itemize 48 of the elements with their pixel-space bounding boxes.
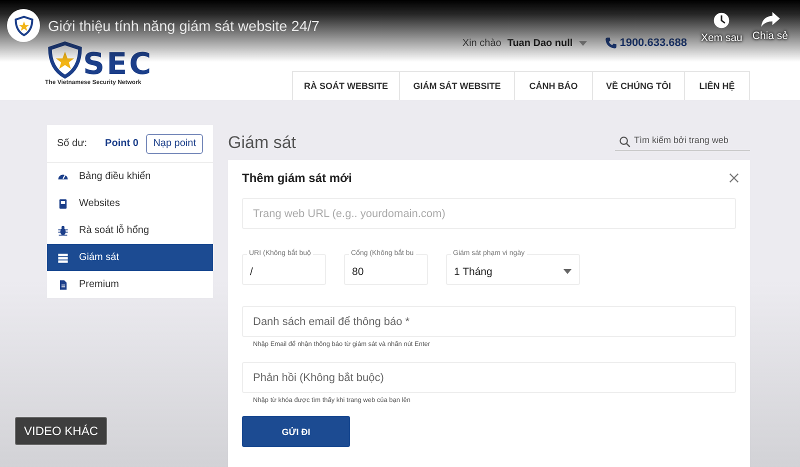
bug-icon: [57, 224, 69, 236]
more-videos-button[interactable]: VIDEO KHÁC: [15, 417, 108, 445]
email-field[interactable]: Danh sách email để thông báo *: [242, 306, 736, 337]
search-field[interactable]: Tìm kiếm bởi trang web: [615, 130, 750, 150]
share-button[interactable]: Chia sẻ: [752, 12, 788, 44]
sidebar-item-label: Rà soát lỗ hổng: [79, 225, 150, 236]
field-value: /: [250, 266, 253, 278]
sidebar-item-label: Giám sát: [79, 252, 120, 263]
book-icon: [57, 198, 69, 210]
sidebar-item-label: Bảng điều khiển: [79, 171, 151, 182]
form-title: Thêm giám sát mới: [242, 171, 352, 185]
sidebar-item[interactable]: Rà soát lỗ hổng: [47, 217, 213, 244]
sidebar-item[interactable]: Premium: [47, 271, 213, 298]
phone-icon: [604, 37, 617, 49]
page-title: Giám sát: [228, 132, 296, 152]
sidebar-item[interactable]: Bảng điều khiển: [47, 163, 213, 190]
balance-label: Số dư:: [57, 138, 88, 149]
share-arrow-icon: [760, 12, 780, 27]
nav-tab[interactable]: VỀ CHÚNG TÔI: [593, 71, 685, 100]
caret-icon: [578, 40, 587, 46]
field-value: 1 Tháng: [454, 266, 492, 278]
caret-icon: [563, 269, 572, 274]
nav-tab[interactable]: GIÁM SÁT WEBSITE: [400, 71, 515, 100]
phone-number: 1900.633.688: [620, 37, 687, 49]
document-icon: [57, 278, 69, 290]
sidebar-item[interactable]: Giám sát: [47, 244, 213, 271]
shield-logo-icon: [12, 14, 34, 38]
submit-button[interactable]: GỬI ĐI: [242, 416, 350, 447]
close-icon: [729, 173, 739, 183]
nav-tab[interactable]: CẢNH BÁO: [515, 71, 593, 100]
clock-icon: [713, 12, 730, 29]
top-up-button[interactable]: Nạp point: [146, 134, 203, 154]
action-label: Chia sẻ: [752, 30, 788, 42]
url-field[interactable]: Trang web URL (e.g.. yourdomain.com): [242, 198, 736, 229]
nav-tab[interactable]: LIÊN HỆ: [685, 71, 750, 100]
sidebar-item-label: Premium: [79, 279, 120, 290]
greeting-text: Xin chào: [462, 38, 502, 48]
list-icon: [57, 252, 69, 264]
balance-value: Point 0: [105, 138, 138, 149]
field-value: 80: [352, 266, 364, 278]
logo-wordmark: SEC: [83, 52, 154, 78]
nav-tab[interactable]: RÀ SOÁT WEBSITE: [292, 71, 400, 100]
sidebar-item[interactable]: Websites: [47, 190, 213, 217]
video-title[interactable]: Giới thiệu tính năng giám sát website 24/7: [48, 19, 320, 35]
search-icon: [619, 136, 631, 148]
sidebar-item-label: Websites: [79, 198, 120, 209]
user-menu[interactable]: Tuan Dao null: [507, 38, 573, 48]
action-label: Xem sau: [700, 32, 742, 44]
